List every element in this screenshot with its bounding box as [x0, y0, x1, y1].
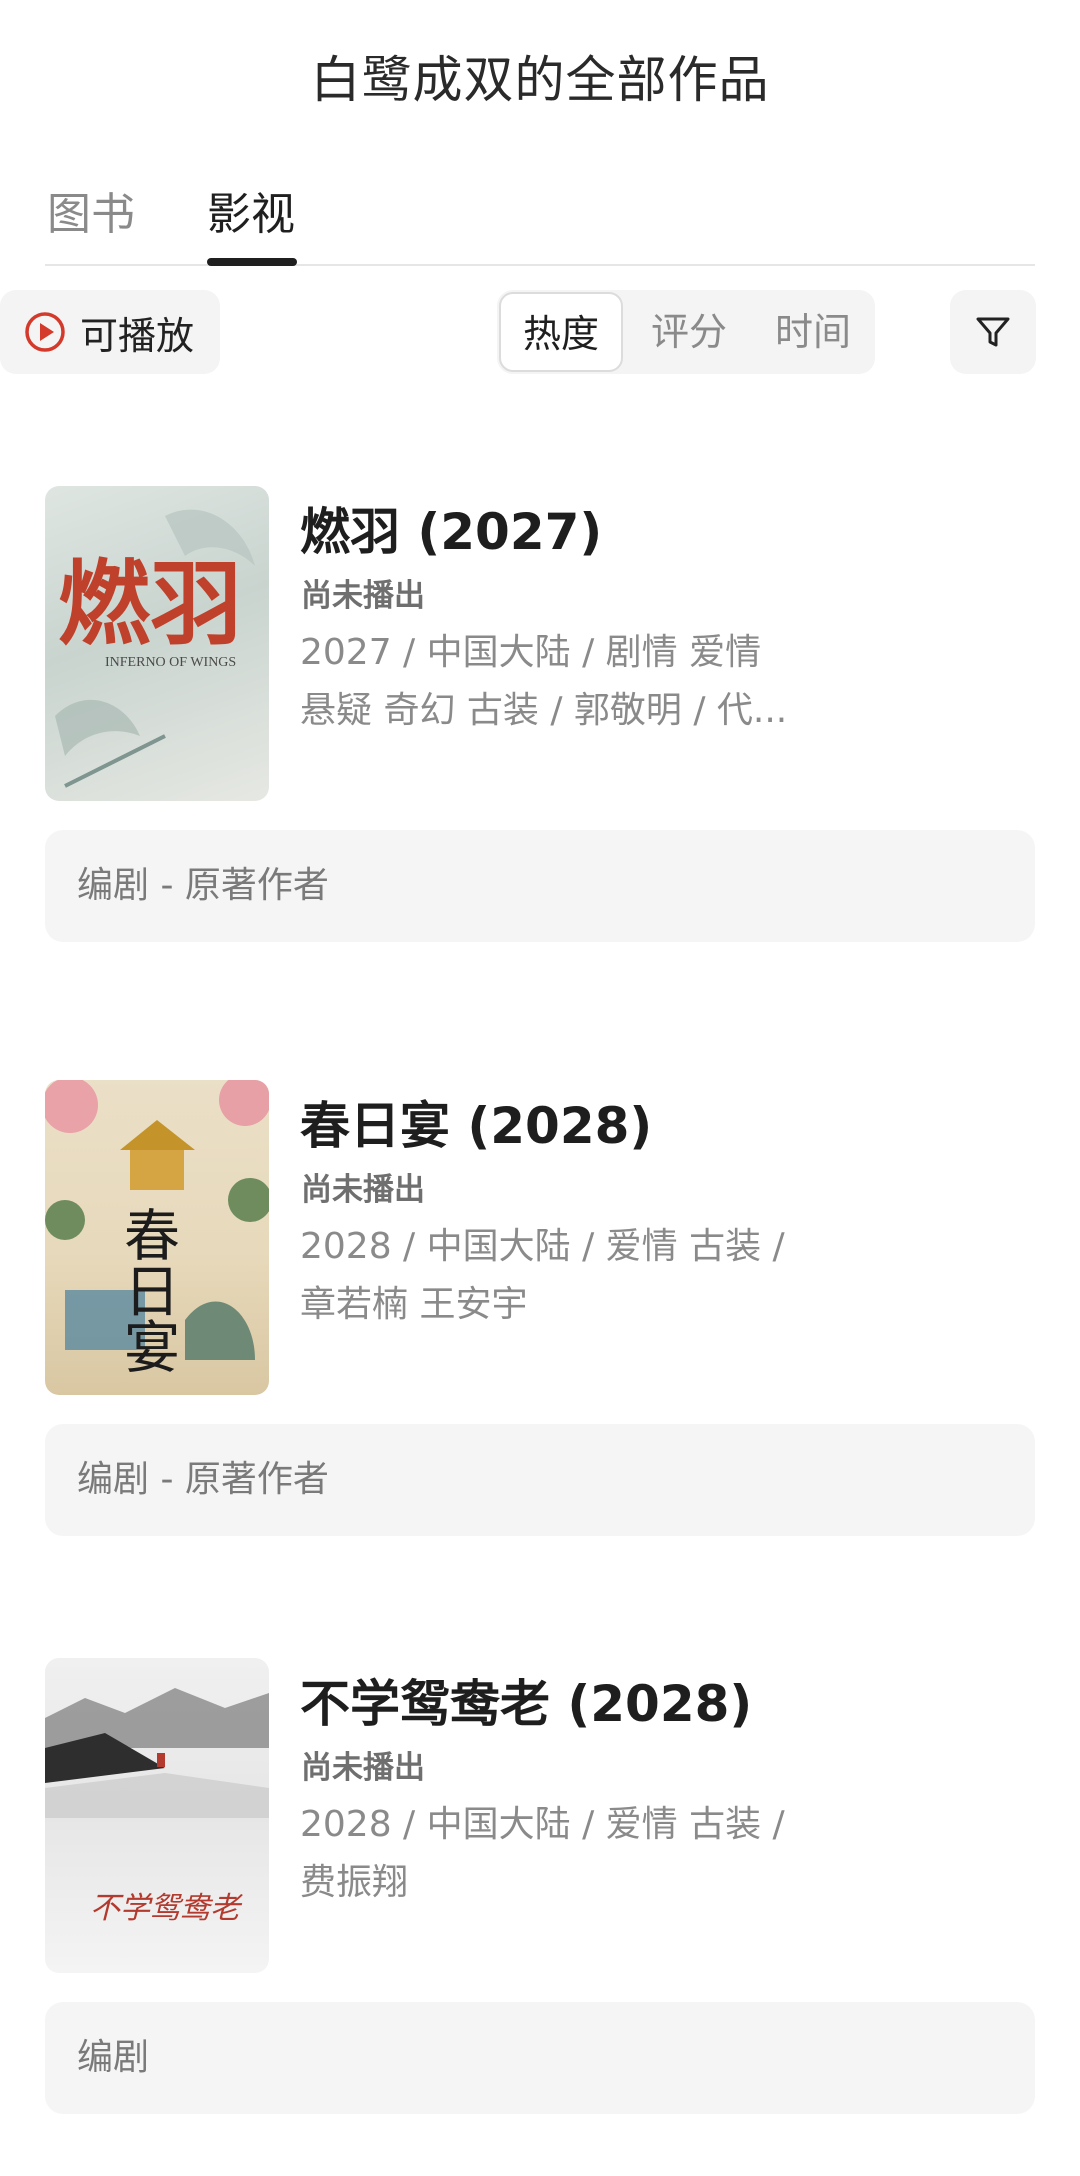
poster-subtitle: INFERNO OF WINGS: [105, 655, 236, 670]
sort-option-hot[interactable]: 热度: [499, 292, 623, 372]
funnel-icon: [976, 317, 1010, 347]
role-box: 编剧 - 原著作者: [45, 1424, 1035, 1536]
tab-video[interactable]: 影视: [207, 178, 295, 242]
poster-title-text: 春日宴: [115, 1206, 180, 1374]
work-meta-line: 费振翔: [300, 1862, 409, 1903]
role-box: 编剧 - 原著作者: [45, 830, 1035, 942]
work-meta-line: 2028 / 中国大陆 / 爱情 古装 /: [300, 1804, 785, 1845]
work-meta-line: 2028 / 中国大陆 / 爱情 古装 /: [300, 1226, 785, 1267]
playable-filter-label: 可播放: [80, 313, 195, 358]
poster-art: 燃羽 INFERNO OF WINGS: [55, 509, 255, 788]
work-status: 尚未播出: [301, 578, 425, 614]
work-status: 尚未播出: [301, 1750, 425, 1786]
sort-option-rating[interactable]: 评分: [639, 290, 739, 374]
work-meta-line: 章若楠 王安宇: [300, 1284, 528, 1325]
poster-image[interactable]: 不学鸳鸯老: [45, 1658, 269, 1973]
page-title: 白鹭成双的全部作品: [310, 51, 770, 109]
tab-bar: 图书 影视: [45, 170, 1035, 266]
playable-filter-button[interactable]: 可播放: [0, 290, 220, 374]
work-meta: 2027 / 中国大陆 / 剧情 爱情 悬疑 奇幻 古装 / 郭敬明 / 代..…: [300, 624, 860, 740]
work-meta: 2028 / 中国大陆 / 爱情 古装 / 费振翔: [300, 1796, 860, 1912]
poster-title-text: 不学鸳鸯老: [90, 1891, 243, 1926]
poster-image[interactable]: 燃羽 INFERNO OF WINGS: [45, 486, 269, 801]
poster-image[interactable]: 春日宴: [45, 1080, 269, 1395]
work-status: 尚未播出: [301, 1172, 425, 1208]
sort-option-time[interactable]: 时间: [763, 290, 863, 374]
work-title[interactable]: 春日宴 (2028): [300, 1086, 652, 1158]
poster-title-text: 燃羽: [58, 550, 242, 658]
work-title[interactable]: 不学鸳鸯老 (2028): [300, 1664, 752, 1736]
tab-books[interactable]: 图书: [47, 178, 135, 242]
work-meta-line: 悬疑 奇幻 古装 / 郭敬明 / 代...: [300, 690, 788, 731]
work-title[interactable]: 燃羽 (2027): [300, 492, 602, 564]
work-meta-line: 2027 / 中国大陆 / 剧情 爱情: [300, 632, 762, 673]
active-tab-indicator: [207, 258, 297, 266]
poster-art: 春日宴: [45, 1080, 269, 1374]
role-box: 编剧: [45, 2002, 1035, 2114]
sort-segmented-control: 热度 评分 时间: [497, 290, 875, 374]
work-meta: 2028 / 中国大陆 / 爱情 古装 / 章若楠 王安宇: [300, 1218, 860, 1334]
play-circle-icon: [25, 312, 65, 352]
poster-art: 不学鸳鸯老: [45, 1688, 269, 1926]
filter-button[interactable]: [950, 290, 1036, 374]
